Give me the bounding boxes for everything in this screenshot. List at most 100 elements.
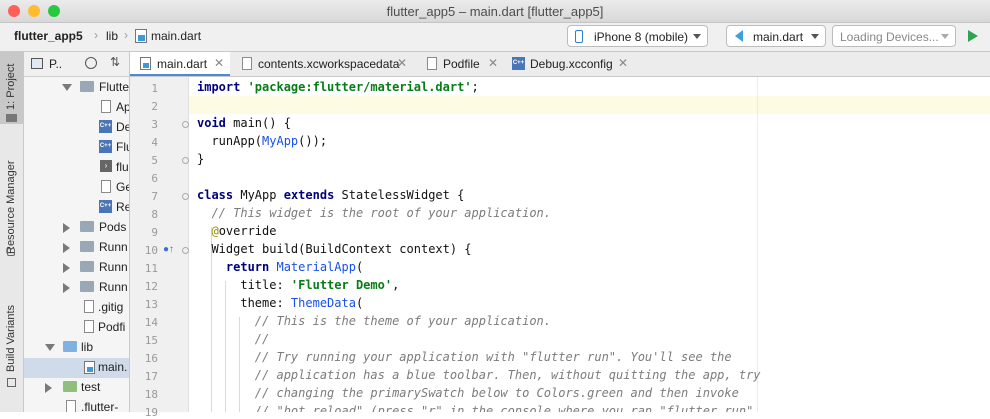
folder-icon (80, 221, 94, 232)
chevron-down-icon (693, 34, 701, 39)
folder-icon (80, 81, 94, 92)
file-icon (66, 400, 76, 412)
tree-item-file[interactable]: C++ Re (24, 198, 129, 218)
right-margin-guide (757, 77, 758, 412)
expand-arrow-icon[interactable] (45, 344, 55, 351)
close-tab-icon[interactable]: ✕ (618, 56, 628, 70)
chevron-down-icon (811, 34, 819, 39)
tree-item-file[interactable]: Ap (24, 98, 129, 118)
code-line-10: Widget build(BuildContext context) { (197, 242, 472, 256)
tree-item-main-dart[interactable]: main. (24, 358, 129, 378)
tab-main-dart[interactable]: main.dart ✕ (130, 52, 230, 76)
navigation-bar: flutter_app5 › lib › main.dart iPhone 8 … (0, 23, 990, 52)
line-number: 16 (144, 352, 158, 365)
tree-item-folder[interactable]: Runn (24, 238, 129, 258)
tool-project-label[interactable]: 1: Project (5, 64, 17, 110)
breadcrumb-file[interactable]: main.dart (151, 29, 201, 43)
expand-arrow-icon[interactable] (63, 263, 70, 273)
tool-resource-manager-label[interactable]: Resource Manager (5, 160, 17, 254)
expand-arrow-icon[interactable] (63, 223, 70, 233)
tree-item-flutter-folder[interactable]: Flutte (24, 78, 129, 98)
dart-file-icon (140, 57, 151, 70)
breadcrumb-folder[interactable]: lib (106, 29, 118, 43)
code-line-7: class MyApp extends StatelessWidget { (197, 188, 465, 202)
tree-item-label: Runn (99, 240, 128, 254)
code-line-19: // "hot reload" (press "r" in the consol… (197, 404, 761, 412)
code-editor[interactable]: import 'package:flutter/material.dart'; … (189, 77, 990, 412)
tree-item-folder[interactable]: Runn (24, 278, 129, 298)
tree-item-file[interactable]: .gitig (24, 298, 129, 318)
tree-item-label: .gitig (98, 300, 124, 314)
locate-icon[interactable] (85, 57, 97, 69)
tree-item-label: Runn (99, 260, 128, 274)
tree-item-label: Ge (116, 180, 129, 194)
cpp-file-icon: C++ (99, 200, 112, 213)
close-tab-icon[interactable]: ✕ (488, 56, 498, 70)
tree-item-folder[interactable]: Runn (24, 258, 129, 278)
tree-item-label: Runn (99, 280, 128, 294)
tree-item-file[interactable]: Ge (24, 178, 129, 198)
tree-item-test-folder[interactable]: test (24, 378, 129, 398)
file-icon (84, 320, 94, 333)
tree-item-file[interactable]: .flutter- (24, 398, 129, 412)
line-number: 13 (144, 298, 158, 311)
tree-item-file[interactable]: C++ Flu (24, 138, 129, 158)
title-bar: flutter_app5 – main.dart [flutter_app5] (0, 0, 990, 23)
devices-dropdown[interactable]: Loading Devices... (832, 25, 956, 47)
tree-item-file[interactable]: C++ De (24, 118, 129, 138)
folder-icon (63, 381, 77, 392)
tree-item-label: Re (116, 200, 130, 214)
tool-window-strip: 1: Project Resource Manager Build Varian… (0, 52, 24, 412)
close-tab-icon[interactable]: ✕ (214, 56, 224, 70)
fold-icon[interactable] (182, 121, 189, 128)
project-view-selector[interactable]: P.. (49, 57, 62, 71)
device-selector[interactable]: iPhone 8 (mobile) (567, 25, 708, 47)
line-number: 6 (151, 172, 158, 185)
fold-icon[interactable] (182, 193, 189, 200)
line-number: 9 (151, 226, 158, 239)
line-number: 19 (144, 406, 158, 419)
current-line-highlight (189, 96, 990, 114)
code-line-3: void main() { (197, 116, 291, 130)
file-icon (84, 300, 94, 313)
devices-placeholder: Loading Devices... (840, 30, 939, 44)
expand-arrow-icon[interactable] (63, 283, 70, 293)
breadcrumb-project[interactable]: flutter_app5 (14, 29, 83, 43)
override-marker-icon[interactable]: ●↑ (163, 244, 174, 255)
tab-podfile[interactable]: Podfile ✕ (417, 52, 501, 76)
tree-item-file[interactable]: Podfi (24, 318, 129, 338)
run-config-selector[interactable]: main.dart (726, 25, 826, 47)
code-line-12: title: 'Flutter Demo', (197, 278, 400, 292)
fold-icon[interactable] (182, 157, 189, 164)
window-title: flutter_app5 – main.dart [flutter_app5] (386, 4, 604, 19)
editor-tab-bar: main.dart ✕ contents.xcworkspacedata ✕ P… (130, 52, 990, 77)
code-line-5: } (197, 152, 205, 166)
code-line-4: runApp(MyApp()); (197, 134, 328, 148)
expand-arrow-icon[interactable] (62, 84, 72, 91)
tree-item-label: main. (98, 360, 128, 374)
code-line-11: return MaterialApp( (225, 260, 364, 274)
line-number: 17 (144, 370, 158, 383)
expand-arrow-icon[interactable] (45, 383, 52, 393)
tree-item-folder[interactable]: Pods (24, 218, 129, 238)
file-icon (101, 180, 111, 193)
chevron-down-icon (941, 34, 949, 39)
tree-item-label: .flutter- (81, 400, 119, 412)
tree-item-lib-folder[interactable]: lib (24, 338, 129, 358)
tree-item-label: Podfi (98, 320, 126, 334)
code-line-8: // This widget is the root of your appli… (197, 206, 552, 220)
close-tab-icon[interactable]: ✕ (397, 56, 407, 70)
tree-item-file[interactable]: › flu (24, 158, 129, 178)
code-line-1: import 'package:flutter/material.dart'; (197, 80, 479, 94)
tab-contents-xcworkspacedata[interactable]: contents.xcworkspacedata ✕ (234, 52, 410, 76)
expand-arrow-icon[interactable] (63, 243, 70, 253)
fold-icon[interactable] (182, 247, 189, 254)
collapse-icon[interactable]: ⇅ (110, 56, 121, 69)
phone-icon (575, 30, 583, 43)
tab-debug-xcconfig[interactable]: C++ Debug.xcconfig ✕ (506, 52, 630, 76)
code-line-9: @override (211, 224, 277, 238)
play-icon[interactable] (968, 30, 978, 42)
run-config-label: main.dart (753, 30, 804, 44)
tool-build-variants-label[interactable]: Build Variants (5, 305, 17, 372)
flutter-icon (735, 30, 743, 42)
